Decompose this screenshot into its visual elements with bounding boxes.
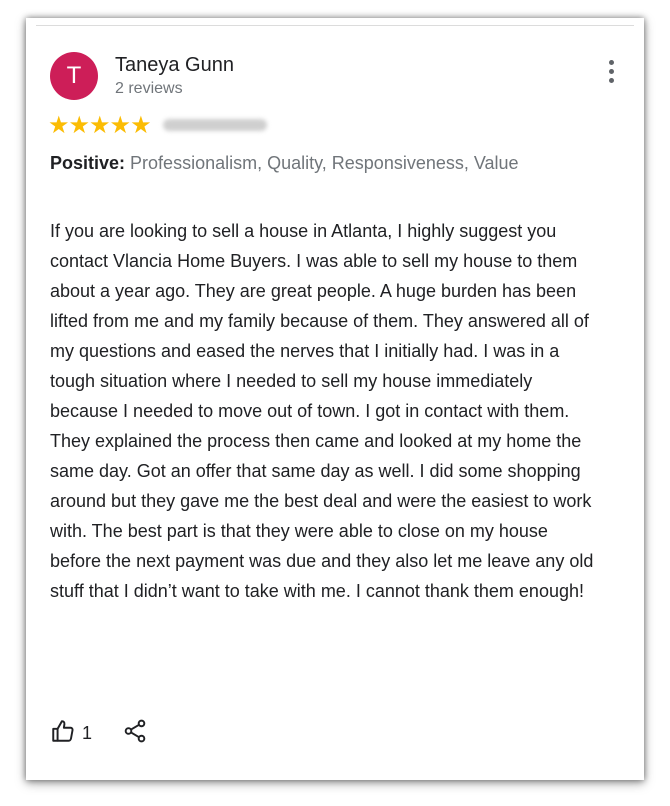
positive-attributes: Positive: Professionalism, Quality, Resp… (50, 151, 550, 176)
review-actions: 1 (50, 718, 148, 748)
positive-values: Professionalism, Quality, Responsiveness… (130, 153, 519, 173)
divider (36, 25, 634, 26)
review-text: If you are looking to sell a house in At… (50, 221, 594, 601)
more-vert-icon[interactable] (604, 60, 618, 86)
positive-label: Positive: (50, 153, 126, 173)
review-count: 2 reviews (115, 80, 183, 97)
redacted-date (163, 119, 267, 131)
review-card: T Taneya Gunn 2 reviews ★★★★★ Positive: … (26, 18, 644, 780)
thumbs-up-icon[interactable] (50, 718, 76, 749)
author-name[interactable]: Taneya Gunn (115, 54, 234, 77)
avatar[interactable]: T (50, 52, 98, 100)
star-rating: ★★★★★ (48, 112, 152, 139)
share-icon[interactable] (122, 718, 148, 749)
like-count: 1 (82, 722, 93, 743)
